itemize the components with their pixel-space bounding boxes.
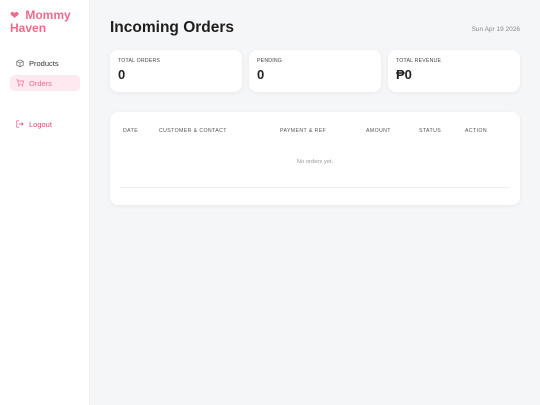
- stat-card-pending: PENDING 0: [249, 50, 381, 92]
- cart-icon: [16, 79, 24, 87]
- sidebar-item-orders[interactable]: Orders: [10, 75, 80, 91]
- stat-card-total-orders: TOTAL ORDERS 0: [110, 50, 242, 92]
- brand-name-line1: Mommy: [25, 8, 71, 22]
- sidebar-item-label: Orders: [29, 78, 52, 88]
- logout-button[interactable]: Logout: [10, 116, 80, 132]
- empty-state-message: No orders yet.: [296, 159, 334, 165]
- orders-table: DATE CUSTOMER & CONTACT PAYMENT & REF AM…: [110, 112, 520, 205]
- page-title: Incoming Orders: [110, 19, 235, 36]
- brand-name-line2: Haven: [10, 21, 47, 35]
- main-content: Incoming Orders Sun Apr 19 2026 TOTAL OR…: [90, 0, 540, 405]
- logout-icon: [16, 120, 24, 128]
- column-header-action: ACTION: [465, 128, 487, 134]
- sidebar-item-products[interactable]: Products: [10, 55, 80, 71]
- current-date: Sun Apr 19 2026: [471, 26, 520, 33]
- stat-label: PENDING: [257, 58, 283, 64]
- column-header-payment: PAYMENT & REF: [280, 128, 327, 134]
- table-divider: [120, 187, 510, 188]
- stat-value: ₱0: [396, 67, 412, 82]
- logout-label: Logout: [29, 119, 52, 129]
- box-icon: [16, 59, 24, 67]
- stat-card-total-revenue: TOTAL REVENUE ₱0: [388, 50, 520, 92]
- column-header-date: DATE: [123, 128, 139, 134]
- stat-label: TOTAL ORDERS: [118, 58, 161, 64]
- stat-value: 0: [118, 67, 126, 82]
- stat-value: 0: [257, 67, 265, 82]
- sidebar-item-label: Products: [29, 58, 59, 68]
- stat-label: TOTAL REVENUE: [396, 58, 442, 64]
- sidebar: ❤ Mommy Haven Products Orders Logout: [0, 0, 90, 405]
- brand-logo[interactable]: ❤ Mommy Haven: [10, 9, 86, 34]
- column-header-customer: CUSTOMER & CONTACT: [159, 128, 227, 134]
- column-header-amount: AMOUNT: [366, 128, 391, 134]
- column-header-status: STATUS: [419, 128, 442, 134]
